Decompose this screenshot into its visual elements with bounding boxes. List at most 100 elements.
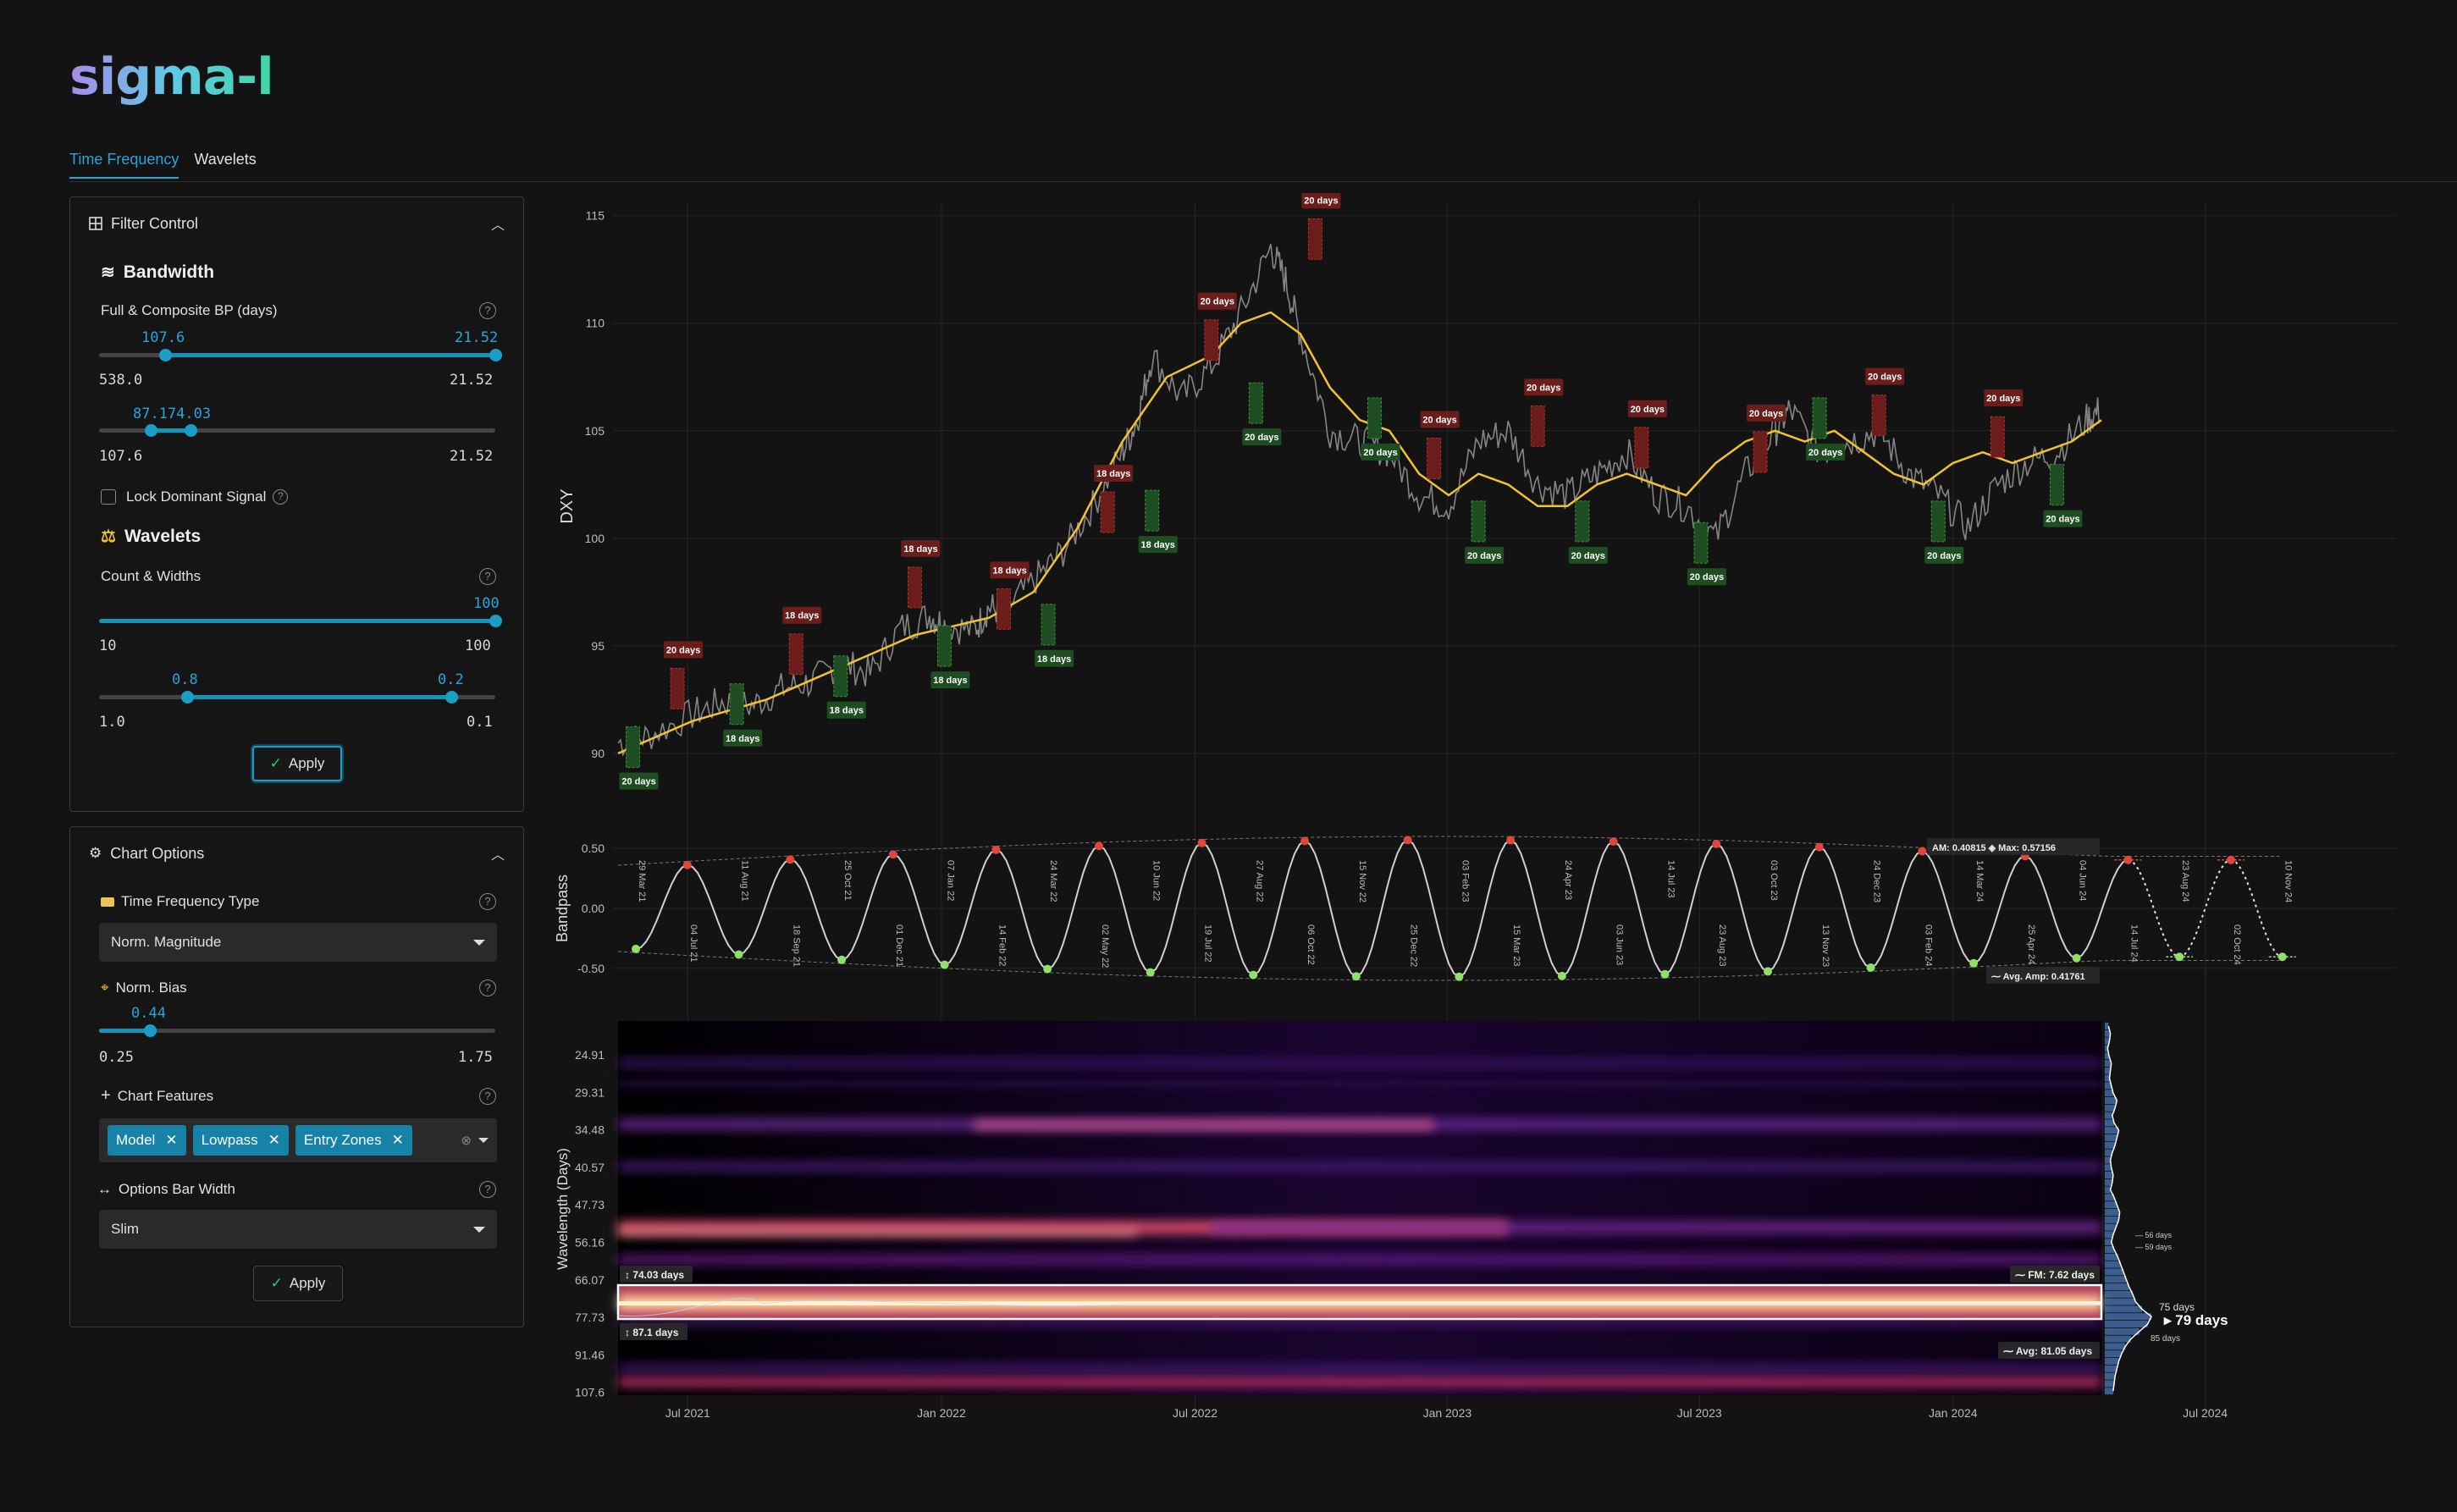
bar-width-row: ↔ Options Bar Width bbox=[97, 1181, 235, 1198]
slider-handle[interactable] bbox=[185, 424, 197, 437]
energy-band bbox=[618, 1162, 2101, 1172]
close-icon[interactable]: ✕ bbox=[392, 1132, 404, 1149]
help-icon[interactable]: ? bbox=[273, 489, 289, 505]
trough-annotation: 18 days bbox=[1138, 489, 1178, 554]
peak-dot bbox=[1094, 842, 1103, 851]
tab-time-frequency[interactable]: Time Frequency bbox=[69, 151, 179, 179]
slider1-min: 538.0 bbox=[99, 372, 143, 389]
trough-annotation: 20 days bbox=[1361, 397, 1400, 461]
days-label: 20 days bbox=[1631, 405, 1665, 415]
slider3-value: 100 bbox=[473, 595, 500, 612]
zone-marker bbox=[1204, 319, 1219, 361]
peak-annotation: 20 days bbox=[1984, 389, 2024, 458]
days-label: 20 days bbox=[666, 645, 700, 655]
norm-bias-row: ⌖ Norm. Bias bbox=[101, 979, 187, 996]
trough-annotation: 20 days bbox=[619, 726, 659, 790]
chevron-up-icon[interactable]: ︿ bbox=[491, 213, 505, 234]
histogram-bar bbox=[2105, 1365, 2117, 1372]
bp-label: Full & Composite BP (days) bbox=[101, 302, 278, 318]
trough-annotation: 18 days bbox=[1035, 604, 1074, 667]
app-logo: sigma-l bbox=[69, 47, 274, 107]
histogram-bar bbox=[2105, 1290, 2133, 1298]
help-icon[interactable]: ? bbox=[479, 893, 496, 910]
slider-handle[interactable] bbox=[159, 349, 172, 361]
tag-text: ⁓ FM: 7.62 days bbox=[2015, 1269, 2095, 1281]
filter-apply-button[interactable]: ✓ Apply bbox=[252, 746, 342, 781]
slider-handle[interactable] bbox=[445, 691, 458, 704]
y-tick-label: 110 bbox=[586, 317, 605, 330]
feature-chip-label: Lowpass bbox=[201, 1132, 258, 1148]
count-slider[interactable] bbox=[99, 615, 502, 627]
tf-type-value: Norm. Magnitude bbox=[111, 934, 222, 950]
band-top-tag: ↕ 74.03 days bbox=[620, 1266, 693, 1283]
chart-apply-button[interactable]: ✓ Apply bbox=[253, 1266, 343, 1301]
help-icon[interactable]: ? bbox=[479, 302, 496, 319]
cycle-date-label: 13 Nov 23 bbox=[1820, 924, 1830, 967]
chart-options-title: Chart Options bbox=[110, 844, 205, 862]
bar-width-select[interactable]: Slim bbox=[99, 1210, 497, 1249]
composite-range-slider[interactable] bbox=[99, 424, 495, 437]
days-label: 20 days bbox=[1245, 433, 1278, 443]
y-tick-label: 40.57 bbox=[575, 1161, 605, 1174]
charts-svg[interactable]: 90 95 100 105 110 115 DXY 20 days 18 days 18 days… bbox=[542, 191, 2457, 1446]
histogram-bar bbox=[2105, 1327, 2140, 1335]
histogram-bar bbox=[2105, 1261, 2121, 1268]
features-row: + Chart Features bbox=[101, 1086, 213, 1106]
check-icon: ✓ bbox=[269, 755, 282, 771]
histogram-bar bbox=[2105, 1298, 2136, 1305]
help-icon[interactable]: ? bbox=[479, 568, 496, 585]
y-tick-label: 105 bbox=[585, 424, 605, 438]
tag-text: ↕ 74.03 days bbox=[625, 1269, 684, 1281]
peak-annotation: 20 days bbox=[1420, 411, 1460, 479]
trough-annotation: 20 days bbox=[1924, 500, 1964, 564]
slider-handle[interactable] bbox=[489, 349, 502, 361]
features-label: Chart Features bbox=[117, 1087, 214, 1104]
slider-handle[interactable] bbox=[144, 1024, 157, 1037]
histogram-bar bbox=[2105, 1172, 2113, 1178]
cycle-date-label: 24 Dec 23 bbox=[1872, 860, 1882, 902]
caret-down-icon[interactable] bbox=[478, 1138, 489, 1143]
features-multiselect[interactable]: Model ✕ Lowpass ✕ Entry Zones ✕ ⊗ bbox=[99, 1118, 497, 1162]
days-label: 20 days bbox=[2046, 515, 2079, 525]
chevron-up-icon[interactable]: ︿ bbox=[491, 843, 505, 864]
slider4-high-value: 0.2 bbox=[438, 671, 464, 688]
tf-type-select[interactable]: Norm. Magnitude bbox=[99, 923, 497, 962]
close-icon[interactable]: ✕ bbox=[268, 1132, 280, 1149]
peak-dot bbox=[1300, 836, 1310, 846]
help-icon[interactable]: ? bbox=[479, 1088, 496, 1105]
clear-icon[interactable]: ⊗ bbox=[461, 1133, 472, 1148]
peak-dot bbox=[1197, 838, 1206, 847]
days-label: 20 days bbox=[1868, 372, 1902, 383]
norm-bias-slider[interactable] bbox=[99, 1024, 495, 1037]
zone-marker bbox=[1812, 397, 1827, 439]
histogram-bar bbox=[2105, 1343, 2126, 1350]
y-tick-label: 24.91 bbox=[575, 1048, 605, 1062]
y-tick-label: 29.31 bbox=[575, 1085, 605, 1099]
lock-dominant-checkbox[interactable] bbox=[101, 489, 116, 505]
days-label: 20 days bbox=[1571, 551, 1605, 561]
balance-icon: ⚖ bbox=[101, 527, 116, 546]
filter-control-panel: Filter Control ︿ ≋ Bandwidth Full & Comp… bbox=[69, 196, 524, 812]
slider4-low-value: 0.8 bbox=[172, 671, 198, 688]
feature-chip: Model ✕ bbox=[108, 1125, 186, 1156]
trough-dot bbox=[1249, 970, 1258, 979]
help-icon[interactable]: ? bbox=[479, 1181, 496, 1198]
slider-handle[interactable] bbox=[489, 615, 502, 627]
tab-wavelets[interactable]: Wavelets bbox=[194, 151, 256, 179]
slider-handle[interactable] bbox=[181, 691, 194, 704]
chart-options-header[interactable]: ⚙ Chart Options ︿ bbox=[70, 827, 523, 880]
trough-annotation: 18 days bbox=[826, 655, 866, 719]
energy-band bbox=[618, 1364, 2101, 1372]
help-icon[interactable]: ? bbox=[479, 979, 496, 996]
slider-handle[interactable] bbox=[145, 424, 157, 437]
widths-range-slider[interactable] bbox=[99, 691, 495, 704]
trough-dot bbox=[632, 944, 641, 953]
trough-dot bbox=[1866, 963, 1875, 973]
histogram-bar bbox=[2105, 1372, 2116, 1380]
peak-annotation: 20 days bbox=[1865, 367, 1905, 437]
bp-range-slider[interactable] bbox=[99, 349, 502, 361]
filter-control-header[interactable]: Filter Control ︿ bbox=[70, 197, 523, 250]
zone-marker bbox=[788, 633, 803, 676]
close-icon[interactable]: ✕ bbox=[165, 1132, 177, 1149]
cycle-date-label: 29 Mar 21 bbox=[637, 860, 647, 902]
